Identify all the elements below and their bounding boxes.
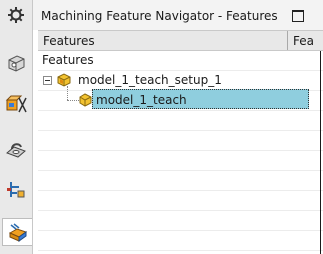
tree-row-empty [38,190,323,211]
maximize-icon[interactable] [292,10,304,22]
tree-row-features-root[interactable]: Features [38,50,323,71]
setup-label: model_1_teach_setup_1 [78,73,222,87]
column-header-second[interactable]: Fea [293,34,314,48]
tree-root-label: Features [42,53,94,67]
tree-row-empty [38,170,323,191]
column-header-row: Features Fea [38,30,323,51]
column-separator[interactable] [287,31,288,50]
teach-feature-icon [78,92,93,110]
tree-row-empty [38,150,323,171]
panel-titlebar: Machining Feature Navigator - Features [33,0,323,30]
setup-cube-icon [56,72,72,91]
feature-tree-icon[interactable] [3,177,29,203]
resource-bar [0,0,33,254]
operation-navigator-icon[interactable] [3,92,29,118]
collapse-toggle[interactable] [43,76,52,85]
machining-feature-navigator-icon[interactable] [2,218,32,246]
tree-row-empty [38,210,323,231]
column-divider-line [320,51,321,254]
tree-row-empty [38,130,323,151]
settings-gear-icon[interactable] [3,2,29,28]
machine-tool-icon[interactable] [3,136,29,162]
teach-label: model_1_teach [96,93,187,107]
column-header-features[interactable]: Features [43,34,95,48]
panel-title: Machining Feature Navigator - Features [41,9,278,23]
part-navigator-icon[interactable] [3,50,29,76]
tree-row-empty [38,110,323,131]
machining-feature-navigator-panel: Machining Feature Navigator - Features F… [33,0,323,254]
tree-row-empty [38,230,323,251]
